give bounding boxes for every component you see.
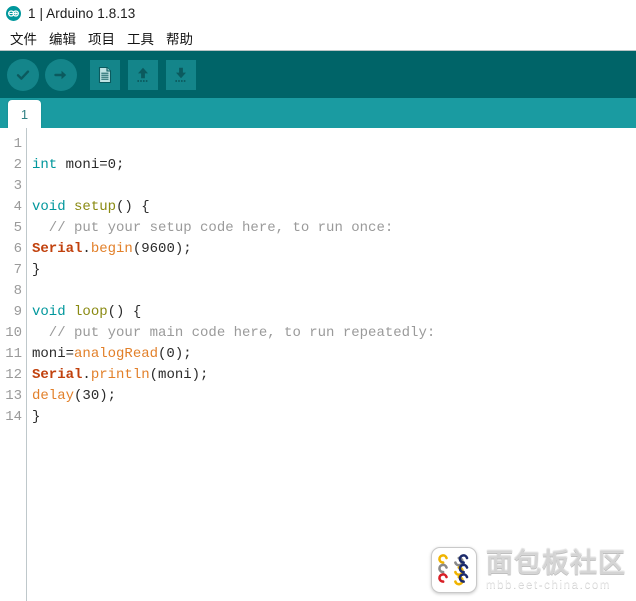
menu-item-help[interactable]: 帮助 [161,27,198,49]
arrow-right-circle-icon [45,58,77,91]
code-token: Serial [32,367,83,383]
code-line: // put your setup code here, to run once… [32,218,636,239]
toolbar [0,50,636,98]
code-token: // put your setup code here, to run once… [32,220,394,236]
code-token: } [32,409,41,425]
new-document-icon [90,59,120,90]
code-token: . [82,241,91,257]
arrow-down-save-icon [166,59,196,90]
code-token: void [32,199,66,215]
code-token: // put your main code here, to run repea… [32,325,436,341]
verify-button[interactable] [5,57,41,93]
line-number: 6 [13,241,22,257]
line-number: 12 [5,367,22,383]
code-line: Serial.println(moni); [32,365,636,386]
tab-bar: 1 [0,98,636,128]
open-button[interactable] [125,57,161,93]
code-token: (0); [158,346,192,362]
line-number: 2 [13,157,22,173]
code-line: int moni=0; [32,155,636,176]
code-token: println [90,367,150,383]
code-area[interactable]: int moni=0; void setup() { // put your s… [27,128,636,601]
title-bar: 1 | Arduino 1.8.13 [0,0,636,26]
code-token: begin [90,241,133,257]
sketch-tab-label: 1 [20,106,29,122]
code-token: void [32,304,66,320]
line-number: 8 [13,283,22,299]
code-token: moni=0; [57,157,125,173]
code-token: delay [32,388,75,404]
code-token: (moni); [149,367,209,383]
line-number: 4 [13,199,22,215]
line-number: 7 [13,262,22,278]
new-button[interactable] [87,57,123,93]
line-number: 10 [5,325,22,341]
code-token: () { [116,199,150,215]
line-number: 9 [13,304,22,320]
code-editor[interactable]: 1 2 3 4 5 6 7 8 9 10 11 12 13 14 int moni=0; void set… [0,128,636,601]
line-number: 1 [13,136,22,152]
code-token: . [82,367,91,383]
code-token: setup [74,199,117,215]
code-token: () { [107,304,142,320]
code-token: moni= [32,346,75,362]
window-title: 1 | Arduino 1.8.13 [28,5,136,21]
upload-button[interactable] [43,57,79,93]
code-token: loop [74,304,108,320]
line-number: 13 [5,388,22,404]
line-number: 5 [13,220,22,236]
menu-item-tools[interactable]: 工具 [122,27,159,49]
arrow-up-open-icon [128,59,158,90]
code-line: Serial.begin(9600); [32,239,636,260]
line-number: 3 [13,178,22,194]
code-token: int [32,157,58,173]
code-line: void loop() { [32,302,636,323]
code-token: Serial [32,241,83,257]
line-number: 14 [5,409,22,425]
line-number: 11 [5,346,22,362]
check-circle-icon [7,58,39,91]
code-line: } [32,407,636,428]
code-line: moni=analogRead(0); [32,344,636,365]
line-number-gutter: 1 2 3 4 5 6 7 8 9 10 11 12 13 14 [0,128,27,601]
arduino-infinity-icon [6,5,21,21]
menu-item-file[interactable]: 文件 [5,27,42,49]
code-token: (9600); [132,241,192,257]
menu-item-sketch[interactable]: 项目 [83,27,120,49]
code-token: } [32,262,41,278]
code-token: (30); [74,388,117,404]
sketch-tab-1[interactable]: 1 [8,100,41,128]
code-line: void setup() { [32,197,636,218]
code-token: analogRead [74,346,159,362]
save-button[interactable] [163,57,199,93]
menu-item-edit[interactable]: 编辑 [44,27,81,49]
menu-bar: 文件 编辑 项目 工具 帮助 [0,26,636,50]
code-line: delay(30); [32,386,636,407]
code-line: } [32,260,636,281]
code-line: // put your main code here, to run repea… [32,323,636,344]
